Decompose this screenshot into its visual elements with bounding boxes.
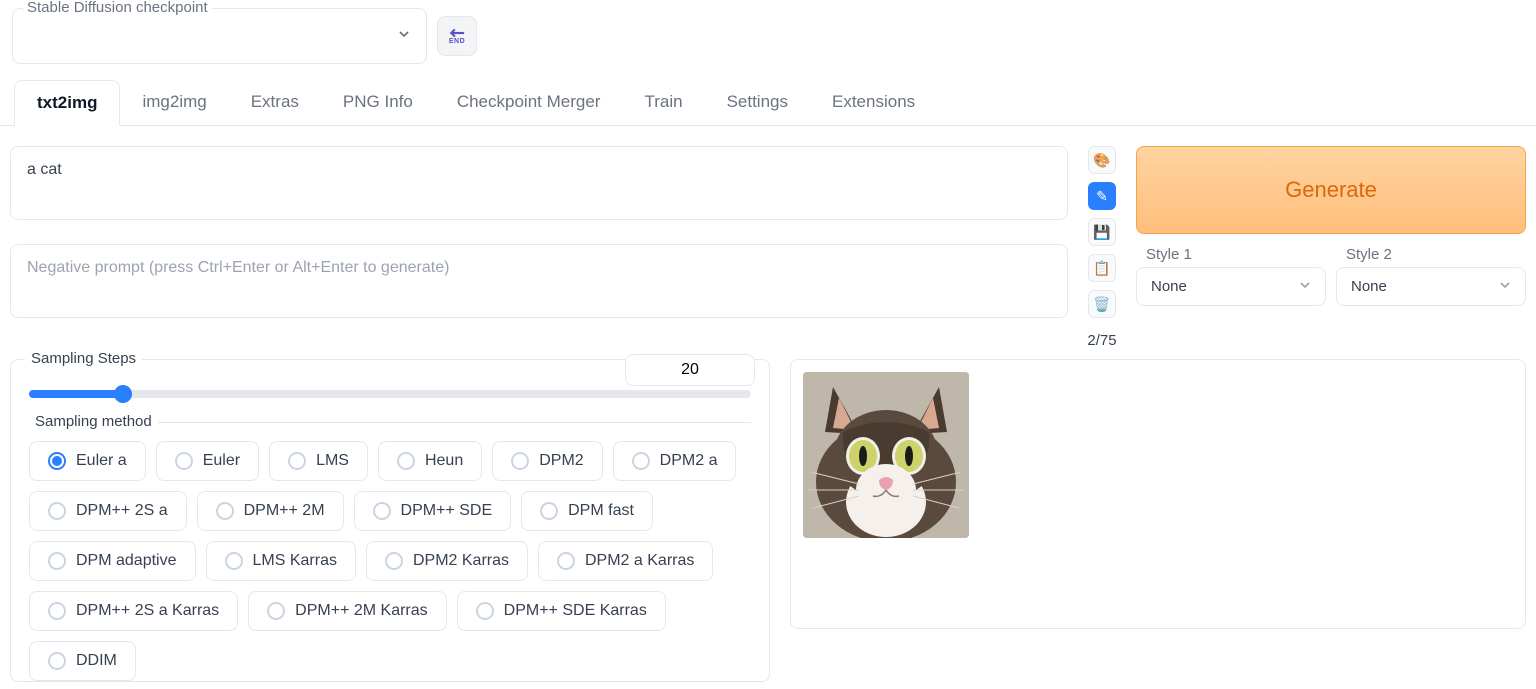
- sampler-dpm-2m-karras[interactable]: DPM++ 2M Karras: [248, 591, 446, 631]
- slider-thumb[interactable]: [114, 385, 132, 403]
- radio-icon: [397, 452, 415, 470]
- radio-icon: [385, 552, 403, 570]
- sampler-ddim[interactable]: DDIM: [29, 641, 136, 681]
- chevron-down-icon: [1497, 277, 1513, 297]
- save-icon: 💾: [1093, 224, 1110, 241]
- radio-icon: [48, 552, 66, 570]
- radio-icon: [175, 452, 193, 470]
- radio-icon: [48, 452, 66, 470]
- sampler-dpm-2s-a[interactable]: DPM++ 2S a: [29, 491, 187, 531]
- tab-txt2img[interactable]: txt2img: [14, 80, 120, 126]
- radio-icon: [216, 502, 234, 520]
- clear-button[interactable]: 🗑️: [1088, 290, 1116, 318]
- radio-icon: [48, 502, 66, 520]
- sampler-label: DPM++ SDE Karras: [504, 602, 647, 620]
- sampler-euler-a[interactable]: Euler a: [29, 441, 146, 481]
- reload-checkpoint-button[interactable]: END: [437, 16, 477, 56]
- style2-label: Style 2: [1346, 246, 1526, 263]
- chevron-down-icon: [1297, 277, 1313, 297]
- sampler-label: DDIM: [76, 652, 117, 670]
- tab-png-info[interactable]: PNG Info: [321, 80, 435, 125]
- sampler-label: DPM2 Karras: [413, 552, 509, 570]
- clipboard-icon: 📋: [1093, 260, 1110, 277]
- sampler-euler[interactable]: Euler: [156, 441, 259, 481]
- sampler-dpm2-a-karras[interactable]: DPM2 a Karras: [538, 541, 713, 581]
- sampling-steps-input[interactable]: [625, 354, 755, 386]
- palette-icon: 🎨: [1093, 152, 1110, 169]
- tab-train[interactable]: Train: [622, 80, 704, 125]
- radio-icon: [373, 502, 391, 520]
- sampler-dpm-sde-karras[interactable]: DPM++ SDE Karras: [457, 591, 666, 631]
- style1-label: Style 1: [1146, 246, 1326, 263]
- sampler-label: LMS Karras: [253, 552, 337, 570]
- output-gallery: [790, 359, 1526, 629]
- radio-icon: [476, 602, 494, 620]
- sampler-label: DPM++ 2S a Karras: [76, 602, 219, 620]
- palette-button[interactable]: 🎨: [1088, 146, 1116, 174]
- tab-checkpoint-merger[interactable]: Checkpoint Merger: [435, 80, 623, 125]
- sampler-label: Euler: [203, 452, 240, 470]
- negative-prompt-input[interactable]: [10, 244, 1068, 318]
- sampler-heun[interactable]: Heun: [378, 441, 482, 481]
- sampler-label: DPM2: [539, 452, 583, 470]
- sampler-lms[interactable]: LMS: [269, 441, 368, 481]
- tab-extras[interactable]: Extras: [229, 80, 321, 125]
- tab-bar: txt2imgimg2imgExtrasPNG InfoCheckpoint M…: [0, 80, 1536, 126]
- sampler-label: DPM2 a Karras: [585, 552, 694, 570]
- style1-value: None: [1151, 278, 1187, 295]
- radio-icon: [540, 502, 558, 520]
- radio-icon: [557, 552, 575, 570]
- sampler-label: LMS: [316, 452, 349, 470]
- generate-button[interactable]: Generate: [1136, 146, 1526, 234]
- pencil-icon: ✎: [1096, 188, 1108, 205]
- sampler-label: DPM2 a: [660, 452, 718, 470]
- sampler-dpm2[interactable]: DPM2: [492, 441, 602, 481]
- sampling-steps-slider[interactable]: [29, 390, 751, 398]
- sampler-label: DPM adaptive: [76, 552, 177, 570]
- sampler-dpm-sde[interactable]: DPM++ SDE: [354, 491, 512, 531]
- sampler-label: DPM++ SDE: [401, 502, 493, 520]
- tab-settings[interactable]: Settings: [705, 80, 810, 125]
- sampling-steps-label: Sampling Steps: [25, 350, 142, 367]
- style1-dropdown[interactable]: None: [1136, 267, 1326, 306]
- sampler-lms-karras[interactable]: LMS Karras: [206, 541, 356, 581]
- checkpoint-dropdown[interactable]: Stable Diffusion checkpoint: [12, 8, 427, 64]
- sampler-dpm-fast[interactable]: DPM fast: [521, 491, 653, 531]
- radio-icon: [632, 452, 650, 470]
- tab-img2img[interactable]: img2img: [120, 80, 228, 125]
- radio-icon: [48, 602, 66, 620]
- trash-icon: 🗑️: [1093, 296, 1110, 313]
- sampler-label: DPM++ 2S a: [76, 502, 168, 520]
- sampler-label: DPM++ 2M Karras: [295, 602, 427, 620]
- radio-icon: [48, 652, 66, 670]
- sampler-dpm2-a[interactable]: DPM2 a: [613, 441, 737, 481]
- tab-extensions[interactable]: Extensions: [810, 80, 937, 125]
- back-end-icon: END: [448, 28, 466, 45]
- output-image[interactable]: [803, 372, 969, 538]
- radio-icon: [267, 602, 285, 620]
- sampler-dpm2-karras[interactable]: DPM2 Karras: [366, 541, 528, 581]
- sampler-dpm-adaptive[interactable]: DPM adaptive: [29, 541, 196, 581]
- sampler-dpm-2s-a-karras[interactable]: DPM++ 2S a Karras: [29, 591, 238, 631]
- sampling-panel: Sampling Steps Sampling method Euler aEu…: [10, 359, 770, 682]
- token-counter: 2/75: [1087, 332, 1116, 349]
- sampler-label: DPM++ 2M: [244, 502, 325, 520]
- sampler-label: Heun: [425, 452, 463, 470]
- interrogate-button[interactable]: ✎: [1088, 182, 1116, 210]
- sampler-label: DPM fast: [568, 502, 634, 520]
- sampler-label: Euler a: [76, 452, 127, 470]
- radio-icon: [511, 452, 529, 470]
- sampler-dpm-2m[interactable]: DPM++ 2M: [197, 491, 344, 531]
- style2-value: None: [1351, 278, 1387, 295]
- save-button[interactable]: 💾: [1088, 218, 1116, 246]
- radio-icon: [288, 452, 306, 470]
- prompt-input[interactable]: [10, 146, 1068, 220]
- style2-dropdown[interactable]: None: [1336, 267, 1526, 306]
- sampling-method-label: Sampling method: [29, 413, 158, 430]
- checkpoint-label: Stable Diffusion checkpoint: [23, 0, 212, 16]
- chevron-down-icon: [396, 26, 412, 46]
- clipboard-button[interactable]: 📋: [1088, 254, 1116, 282]
- radio-icon: [225, 552, 243, 570]
